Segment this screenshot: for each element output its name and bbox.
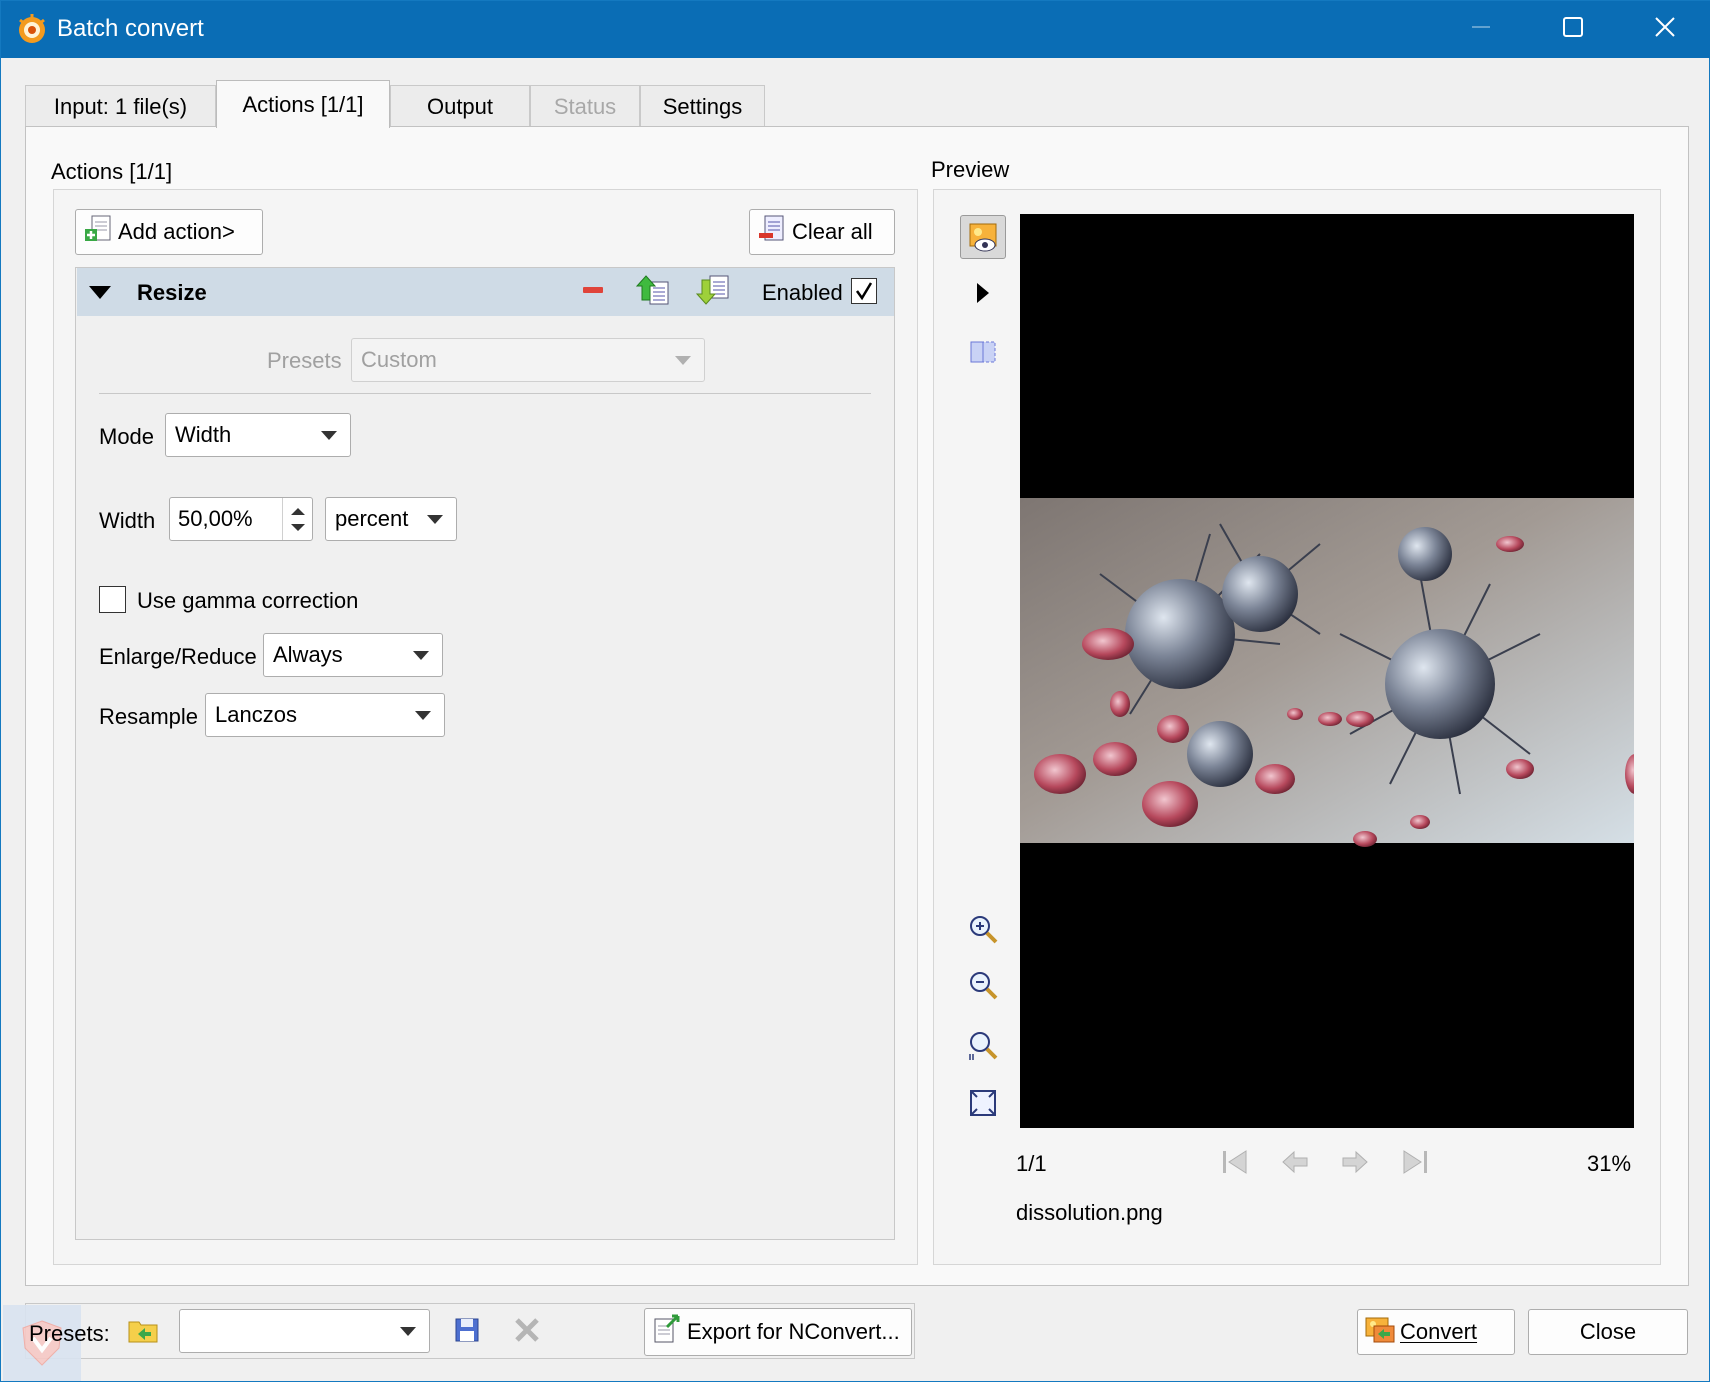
next-image-icon[interactable] [1339,1145,1371,1179]
clear-all-button[interactable]: Clear all [749,209,895,255]
window-title: Batch convert [57,15,204,42]
tab-output[interactable]: Output [390,85,530,127]
minimize-button[interactable] [1435,1,1527,58]
preview-zoom-level: 31% [1587,1151,1632,1176]
close-window-button[interactable] [1619,1,1710,58]
app-logo-icon [15,12,49,51]
delete-preset-icon[interactable] [511,1313,543,1347]
zoom-in-icon[interactable] [965,911,1001,947]
preview-group-label: Preview [931,157,1010,182]
convert-icon [1364,1314,1400,1350]
resize-presets-value: Custom [361,347,437,372]
actions-group-label: Actions [1/1] [51,159,173,184]
title-bar: Batch convert [1,1,1710,58]
chevron-down-icon [415,711,431,720]
convert-button[interactable]: Convert [1357,1309,1515,1355]
chevron-down-icon [400,1327,416,1336]
convert-label: Convert [1400,1319,1478,1344]
last-image-icon[interactable] [1399,1145,1431,1179]
gamma-label: Use gamma correction [137,588,359,613]
chevron-down-icon [413,651,429,660]
mode-select[interactable]: Width [165,413,351,457]
width-label: Width [99,508,156,533]
export-nconvert-button[interactable]: Export for NConvert... [644,1308,912,1356]
resize-presets-select: Custom [351,338,705,382]
remove-action-icon[interactable] [581,277,605,303]
zoom-actual-size-icon[interactable] [965,1027,1001,1063]
enabled-label: Enabled [762,280,843,305]
clear-all-icon [756,213,792,251]
add-action-icon [82,213,118,251]
enlarge-reduce-label: Enlarge/Reduce [99,644,257,669]
crop-compare-icon[interactable] [965,335,1001,369]
bottom-presets-select[interactable] [179,1309,430,1353]
close-button[interactable]: Close [1528,1309,1688,1355]
export-icon [651,1313,687,1351]
resample-label: Resample [99,704,199,729]
width-value: 50,00% [178,506,253,531]
chevron-down-icon [427,515,443,524]
close-icon [1654,16,1676,43]
tab-actions[interactable]: Actions [1/1] [216,80,390,128]
mode-value: Width [175,422,232,447]
width-unit-value: percent [335,506,409,531]
preview-image-canvas [1020,214,1634,1128]
move-down-icon[interactable] [695,273,731,307]
divider [99,393,871,394]
add-action-button[interactable]: Add action> [75,209,263,255]
tab-input[interactable]: Input: 1 file(s) [25,85,216,127]
close-label: Close [1579,1319,1637,1344]
mode-label: Mode [99,424,155,449]
enlarge-reduce-select[interactable]: Always [263,633,443,677]
tab-settings[interactable]: Settings [640,85,765,127]
maximize-icon [1562,16,1584,43]
load-preset-folder-icon[interactable] [125,1313,161,1347]
maximize-button[interactable] [1527,1,1619,58]
first-image-icon[interactable] [1219,1145,1251,1179]
clear-all-label: Clear all [792,219,873,244]
gamma-checkbox[interactable] [99,586,126,613]
minimize-icon [1470,16,1492,43]
chevron-down-icon [321,431,337,440]
preview-page-counter: 1/1 [1016,1151,1047,1176]
resize-action-title: Resize [137,280,207,305]
width-spinbox[interactable]: 50,00% [169,497,313,541]
width-unit-select[interactable]: percent [325,497,457,541]
preview-filename: dissolution.png [1016,1200,1163,1225]
chevron-down-icon [675,356,691,365]
resample-value: Lanczos [215,702,297,727]
tab-status: Status [530,85,640,127]
zoom-out-icon[interactable] [965,967,1001,1003]
save-preset-icon[interactable] [451,1313,483,1347]
add-action-label: Add action> [118,219,235,244]
spin-arrows-icon[interactable] [282,498,312,540]
resample-select[interactable]: Lanczos [205,693,445,737]
export-label: Export for NConvert... [687,1319,900,1344]
enlarge-reduce-value: Always [273,642,343,667]
preview-image [1020,498,1634,847]
toggle-preview-icon[interactable] [960,215,1006,259]
enabled-checkbox[interactable] [851,278,877,304]
play-icon[interactable] [971,279,995,307]
resize-presets-label: Presets [267,348,342,373]
move-up-icon[interactable] [635,273,671,307]
batch-convert-window: Batch convert Input: 1 file(s) Actions [… [0,0,1710,1382]
collapse-triangle-icon[interactable] [87,281,113,303]
fit-to-window-icon[interactable] [965,1085,1001,1121]
previous-image-icon[interactable] [1279,1145,1311,1179]
bottom-presets-label: Presets: [29,1321,110,1346]
